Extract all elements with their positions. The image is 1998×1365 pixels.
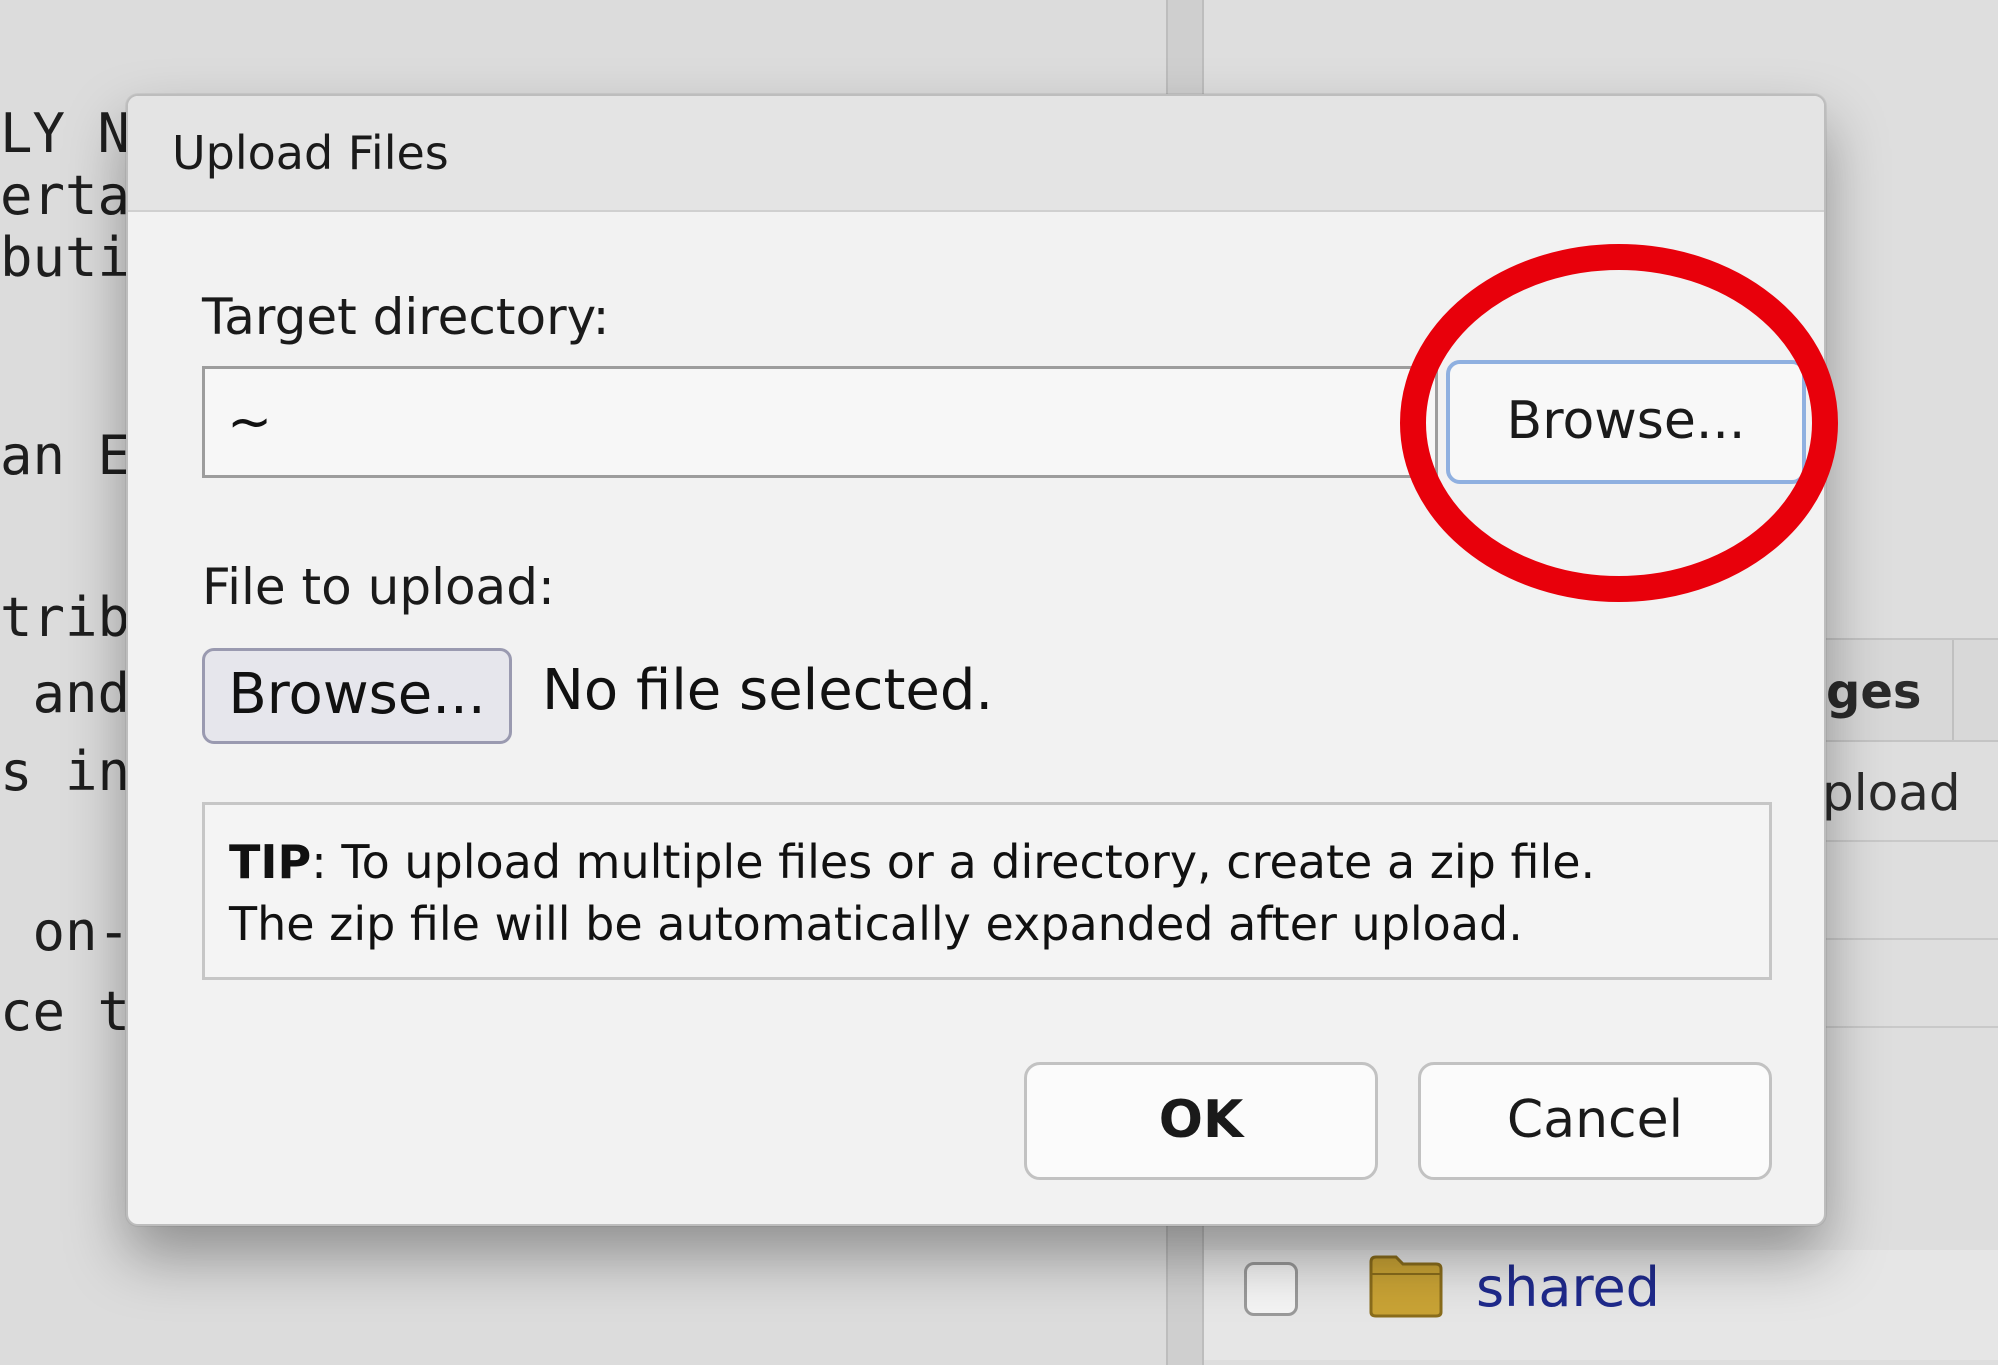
- upload-files-dialog: Upload Files Target directory: ~ Browse.…: [126, 94, 1826, 1226]
- target-directory-label: Target directory:: [202, 288, 610, 346]
- tab-separator: [1952, 640, 1954, 740]
- target-directory-input[interactable]: ~: [202, 366, 1438, 478]
- code-line: on-: [0, 900, 131, 963]
- code-line: s in: [0, 740, 131, 803]
- divider: [1820, 938, 1998, 940]
- code-line: ce t: [0, 980, 131, 1043]
- ok-button[interactable]: OK: [1024, 1062, 1378, 1180]
- file-link-shared[interactable]: shared: [1476, 1256, 1660, 1319]
- code-line: trib: [0, 586, 131, 649]
- tip-box: TIP: To upload multiple files or a direc…: [202, 802, 1772, 980]
- code-line: LY N: [0, 102, 131, 165]
- code-line: buti: [0, 226, 131, 289]
- divider: [1820, 840, 1998, 842]
- upload-toolbar-button[interactable]: pload: [1822, 764, 1961, 822]
- code-line: an E: [0, 424, 131, 487]
- tip-line-2: The zip file will be automatically expan…: [229, 897, 1523, 951]
- divider: [1820, 1026, 1998, 1028]
- file-to-upload-label: File to upload:: [202, 558, 555, 616]
- target-browse-button[interactable]: Browse...: [1446, 360, 1806, 484]
- code-line: erta: [0, 164, 131, 227]
- tip-line-1: TIP: To upload multiple files or a direc…: [229, 831, 1745, 893]
- dialog-title: Upload Files: [172, 126, 449, 180]
- file-checkbox[interactable]: [1244, 1262, 1298, 1316]
- tab-packages[interactable]: ges: [1826, 664, 1921, 720]
- tip-text-1: : To upload multiple files or a director…: [311, 835, 1596, 889]
- code-line: and: [0, 662, 131, 725]
- file-status-text: No file selected.: [542, 658, 994, 723]
- folder-icon: [1369, 1255, 1443, 1318]
- tip-label: TIP: [229, 835, 312, 889]
- dialog-header: Upload Files: [128, 96, 1824, 212]
- cancel-button[interactable]: Cancel: [1418, 1062, 1772, 1180]
- file-browse-button[interactable]: Browse...: [202, 648, 512, 744]
